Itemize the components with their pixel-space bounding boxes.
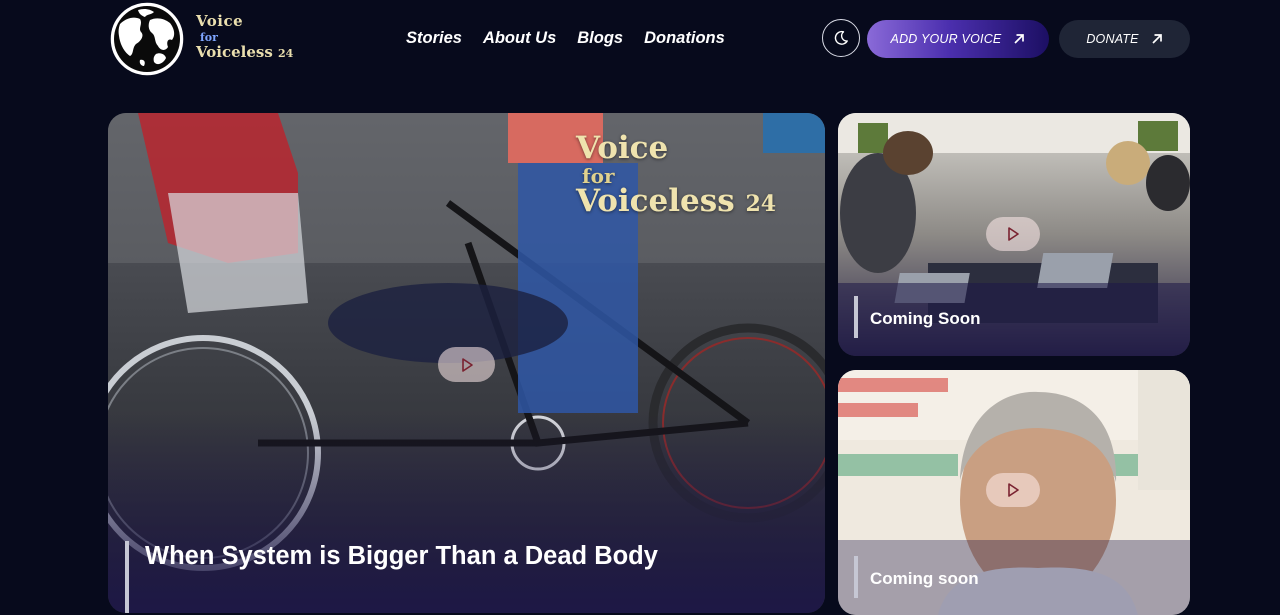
nav-link-stories[interactable]: Stories [406, 29, 462, 48]
logo-line-voiceless: Voiceless 24 [196, 45, 293, 60]
watermark-voiceless-text: Voiceless [576, 183, 735, 219]
logo-suffix: 24 [278, 47, 294, 60]
add-your-voice-button[interactable]: ADD YOUR VOICE [867, 20, 1049, 58]
caption-accent-bar [854, 556, 858, 598]
play-button[interactable] [986, 473, 1040, 507]
watermark-logo: Voice for Voiceless 24 [576, 133, 776, 217]
donate-label: DONATE [1086, 32, 1139, 46]
story-card-coming-soon-1[interactable]: Coming Soon [838, 113, 1190, 356]
nav-link-about-us[interactable]: About Us [483, 29, 556, 48]
watermark-line-voice: Voice [576, 130, 669, 166]
play-icon [1008, 227, 1019, 241]
story-card-title[interactable]: Coming Soon [870, 296, 980, 338]
add-your-voice-label: ADD YOUR VOICE [890, 32, 1002, 46]
logo-line-for: for [200, 31, 218, 44]
main-nav: Stories About Us Blogs Donations [406, 29, 725, 48]
logo-wordmark: Voice for Voiceless 24 [196, 14, 293, 60]
donate-button[interactable]: DONATE [1059, 20, 1190, 58]
watermark-line-voiceless: Voiceless 24 [576, 186, 776, 217]
play-icon [461, 357, 473, 372]
nav-link-donations[interactable]: Donations [644, 29, 725, 48]
play-icon [1008, 483, 1019, 497]
caption-accent-bar [125, 541, 129, 613]
theme-toggle-button[interactable] [822, 19, 860, 57]
story-card-caption: Coming soon [854, 556, 979, 598]
story-card-title[interactable]: Coming soon [870, 556, 979, 598]
nav-link-blogs[interactable]: Blogs [577, 29, 623, 48]
play-button[interactable] [438, 347, 495, 382]
featured-story-title[interactable]: When System is Bigger Than a Dead Body [145, 541, 658, 613]
globe-icon [110, 2, 184, 76]
arrow-up-right-icon [1152, 34, 1162, 44]
logo-line-voice: Voice [196, 12, 244, 30]
site-header: Voice for Voiceless 24 Stories About Us … [0, 0, 1280, 80]
featured-story-caption: When System is Bigger Than a Dead Body [125, 541, 685, 613]
arrow-up-right-icon [1014, 34, 1025, 44]
play-button[interactable] [986, 217, 1040, 251]
site-logo[interactable]: Voice for Voiceless 24 [110, 2, 310, 78]
watermark-suffix: 24 [745, 191, 777, 217]
logo-voiceless-text: Voiceless [196, 43, 273, 61]
caption-accent-bar [854, 296, 858, 338]
story-card-coming-soon-2[interactable]: Coming soon [838, 370, 1190, 615]
featured-story-card[interactable]: Voice for Voiceless 24 When System is Bi… [108, 113, 825, 613]
moon-icon [834, 30, 848, 45]
story-card-caption: Coming Soon [854, 296, 980, 338]
